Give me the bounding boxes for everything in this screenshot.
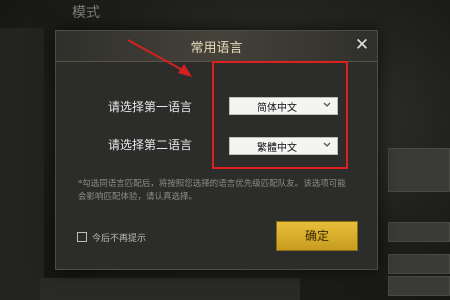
highlight-annotation-box (212, 61, 348, 169)
background-right-panel-item (388, 148, 450, 192)
confirm-button[interactable]: 确定 (276, 221, 358, 251)
common-language-dialog: 常用语言 ✕ 请选择第一语言 简体中文 请选择第二语言 繁體中文 *勾选同语言匹… (55, 30, 378, 270)
notice-line: 会影响匹配体验，请认真选择。 (78, 192, 198, 202)
dont-show-again-checkbox[interactable] (77, 232, 87, 242)
dialog-header: 常用语言 ✕ (56, 31, 377, 62)
background-title: 模式 (72, 5, 100, 21)
background-right-panel-item (388, 276, 450, 296)
background-bottom-bar (40, 278, 300, 300)
background-right-panel-item (388, 222, 450, 242)
notice-line: *勾选同语言匹配后，将按照您选择的语言优先级匹配队友。该选项可能 (78, 179, 346, 189)
background-right-panel-item (388, 254, 450, 274)
matching-notice: *勾选同语言匹配后，将按照您选择的语言优先级匹配队友。该选项可能 会影响匹配体验… (78, 178, 360, 204)
close-button[interactable]: ✕ (353, 36, 371, 54)
close-icon: ✕ (354, 35, 370, 55)
dont-show-again-label: 今后不再提示 (92, 234, 147, 244)
background-left-panel (0, 28, 44, 300)
first-language-label: 请选择第一语言 (108, 100, 193, 114)
dialog-title: 常用语言 (190, 41, 243, 56)
second-language-label: 请选择第二语言 (108, 138, 193, 152)
